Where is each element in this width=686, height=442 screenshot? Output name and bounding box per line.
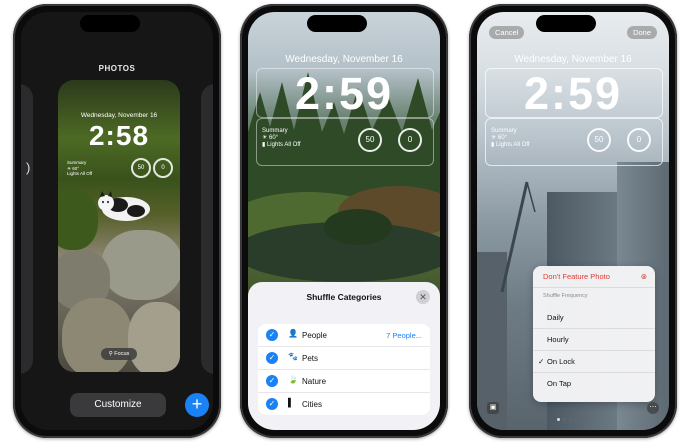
category-label: People	[302, 331, 327, 340]
summary-title: Summary	[262, 128, 288, 134]
plus-icon: +	[191, 394, 203, 414]
rock-shape	[62, 298, 132, 372]
phone-shuffle-categories: Wednesday, November 16 2:59 Summary ☀ 60…	[240, 4, 448, 438]
page-indicator	[555, 408, 579, 426]
checkmark-icon[interactable]: ✓	[266, 375, 278, 387]
remove-circle-icon: ⊗	[640, 272, 647, 281]
previous-wallpaper-card[interactable]	[21, 84, 33, 374]
category-row-cities[interactable]: ✓ ▌ Cities	[258, 393, 430, 415]
summary-lights: ▮ Lights All Off	[262, 142, 301, 148]
done-button[interactable]: Done	[627, 26, 657, 39]
wallpaper-gallery-screen: PHOTOS ) Wednesday, November 16 2:58 Sum…	[21, 12, 213, 430]
category-label: Cities	[302, 400, 323, 409]
customize-button[interactable]: Customize	[70, 393, 166, 417]
shuffle-frequency-header: Shuffle Frequency	[533, 290, 655, 304]
category-list: ✓ 👤 People 7 People... ✓ 🐾 Pets ✓ 🍃 Natu…	[258, 324, 430, 415]
checkmark-icon: ✓	[538, 357, 545, 366]
lock-time: 2:58	[88, 120, 150, 151]
checkmark-icon[interactable]: ✓	[266, 352, 278, 364]
lock-time: 2:59	[523, 68, 623, 119]
summary-title: Summary	[491, 128, 517, 134]
next-wallpaper-card[interactable]	[201, 84, 213, 374]
checkmark-icon[interactable]: ✓	[266, 398, 278, 410]
paw-icon: 🐾	[288, 352, 298, 361]
crane-shape	[500, 181, 536, 292]
category-row-nature[interactable]: ✓ 🍃 Nature	[258, 370, 430, 393]
lock-date: Wednesday, November 16	[514, 54, 632, 65]
ring-widget-1: 50	[358, 128, 382, 152]
summary-temp: ☀ 60°	[491, 135, 508, 141]
menu-header-label: Shuffle Frequency	[543, 293, 588, 299]
phone-gallery: PHOTOS ) Wednesday, November 16 2:58 Sum…	[13, 4, 221, 438]
lock-date: Wednesday, November 16	[285, 54, 403, 65]
chevron-left-icon[interactable]: )	[26, 160, 30, 175]
dynamic-island	[307, 15, 367, 32]
cancel-button[interactable]: Cancel	[489, 26, 525, 39]
ring-widget-1: 50	[587, 128, 611, 152]
category-label: Nature	[302, 377, 327, 386]
focus-label: Focus	[114, 351, 130, 357]
lock-date: Wednesday, November 16	[80, 112, 158, 119]
lock-screen-edit: Cancel Done Wednesday, November 16 2:59 …	[477, 12, 669, 430]
ring-widget-1: 50	[131, 158, 151, 178]
frequency-option-daily[interactable]: Daily	[533, 307, 655, 328]
menu-item-label: On Tap	[547, 379, 572, 388]
building-icon: ▌	[288, 398, 294, 407]
close-icon[interactable]: ✕	[416, 290, 430, 304]
menu-item-label: Don't Feature Photo	[543, 272, 610, 281]
shuffle-categories-sheet: Shuffle Categories ✕ ✓ 👤 People 7 People…	[248, 282, 440, 430]
summary-widget: Summary ☀ 60° ▮ Lights All Off	[262, 128, 301, 149]
photo-library-icon[interactable]: ▣	[487, 402, 499, 414]
page-dot-active	[556, 418, 560, 421]
rock-shape	[102, 230, 180, 300]
wallpaper-preview-card[interactable]: Wednesday, November 16 2:58 Summary ☀ 60…	[58, 80, 180, 372]
cat-photo	[96, 185, 152, 223]
dynamic-island	[80, 15, 140, 32]
more-icon[interactable]: ⋯	[647, 402, 659, 414]
dont-feature-photo-item[interactable]: Don't Feature Photo ⊗	[533, 266, 655, 287]
menu-item-label: Hourly	[547, 335, 569, 344]
ring-widget-2: 0	[153, 158, 173, 178]
frequency-option-hourly[interactable]: Hourly	[533, 329, 655, 350]
page-dot	[574, 418, 578, 421]
rock-shape	[128, 302, 180, 372]
person-icon: 👤	[288, 329, 298, 338]
leaf-icon: 🍃	[288, 375, 298, 384]
sheet-title: Shuffle Categories	[306, 292, 382, 302]
summary-lights: Lights All Off	[67, 171, 93, 176]
menu-item-label: On Lock	[547, 357, 575, 366]
lock-time: 2:59	[294, 68, 394, 119]
summary-widget: Summary ☀ 60° Lights All Off	[67, 160, 92, 177]
frequency-option-on-lock[interactable]: ✓ On Lock	[533, 351, 655, 372]
page-dot	[568, 418, 572, 421]
category-row-pets[interactable]: ✓ 🐾 Pets	[258, 347, 430, 370]
lock-screen-preview: Wednesday, November 16 2:59 Summary ☀ 60…	[248, 12, 440, 430]
category-label: Pets	[302, 354, 319, 363]
moss-shape	[58, 190, 98, 250]
menu-item-label: Daily	[547, 313, 564, 322]
add-wallpaper-button[interactable]: +	[185, 393, 209, 417]
ring-widget-2: 0	[398, 128, 422, 152]
category-row-people[interactable]: ✓ 👤 People 7 People...	[258, 324, 430, 347]
gallery-title: PHOTOS	[98, 64, 136, 73]
dynamic-island	[536, 15, 596, 32]
checkmark-icon[interactable]: ✓	[266, 329, 278, 341]
phone-shuffle-frequency: Cancel Done Wednesday, November 16 2:59 …	[469, 4, 677, 438]
summary-widget: Summary ☀ 60° ▮ Lights All Off	[491, 128, 530, 149]
summary-temp: ☀ 60°	[262, 135, 279, 141]
people-count-link[interactable]: 7 People...	[386, 331, 422, 340]
focus-button[interactable]: ⚲ Focus	[101, 348, 137, 360]
menu-divider	[533, 287, 655, 288]
page-dot	[562, 418, 566, 421]
frequency-option-on-tap[interactable]: On Tap	[533, 373, 655, 394]
ring-widget-2: 0	[627, 128, 651, 152]
photo-options-menu: Don't Feature Photo ⊗ Shuffle Frequency …	[533, 266, 655, 402]
summary-lights: ▮ Lights All Off	[491, 142, 530, 148]
